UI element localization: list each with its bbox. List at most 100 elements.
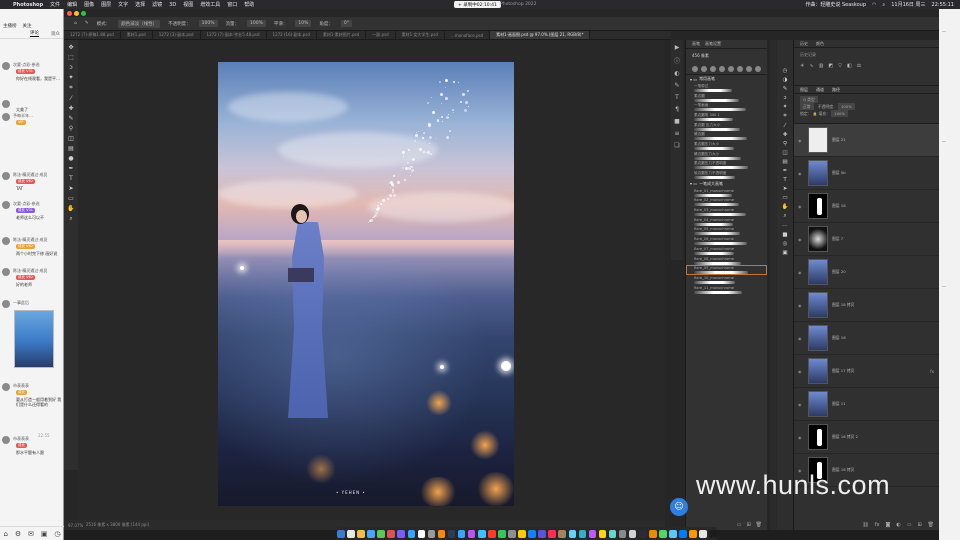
avatar[interactable]: [2, 172, 10, 180]
quick-mask-icon[interactable]: ◎: [783, 241, 788, 247]
tab-brushes[interactable]: 画笔: [692, 41, 700, 47]
clock-icon[interactable]: ◷: [54, 530, 60, 538]
dock-app-icon[interactable]: [477, 529, 486, 538]
layer-row[interactable]: ◉ 图层 17 拷贝 fx: [794, 355, 940, 388]
mail-icon[interactable]: ✉: [28, 530, 34, 538]
maximize-window-button[interactable]: [81, 11, 86, 16]
layer-name[interactable]: 图层 17 拷贝: [832, 368, 854, 374]
document-tab[interactable]: 1272 (7)·原稿1.88.psd: [64, 31, 121, 39]
menu-window[interactable]: 窗口: [227, 1, 237, 8]
dock-app-icon[interactable]: [377, 529, 385, 538]
close-window-button[interactable]: [67, 11, 72, 16]
gradient-icon[interactable]: ▤: [782, 159, 787, 165]
opacity-field[interactable]: 100%: [198, 20, 218, 27]
tab-channels[interactable]: 通道: [816, 87, 824, 93]
brush-tool-icon[interactable]: ✎: [85, 21, 89, 26]
layer-row[interactable]: ◉ 图层 18 拷贝: [794, 289, 940, 322]
brush-group-common[interactable]: ▾ ▭ 常用画笔: [686, 75, 767, 83]
blend-mode-select[interactable]: 颜色减淡（线性）: [118, 19, 161, 28]
tab-color[interactable]: 颜色: [816, 41, 824, 47]
brush-icon[interactable]: ✎: [783, 86, 788, 92]
screen-mode-icon[interactable]: ▣: [782, 250, 787, 256]
dock-app-icon[interactable]: [337, 529, 345, 538]
eyedropper-icon[interactable]: ⁄: [785, 123, 786, 129]
menu-edit[interactable]: 编辑: [67, 1, 77, 8]
blend-mode-dropdown[interactable]: 正常: [800, 103, 814, 110]
dock-app-icon[interactable]: [659, 529, 667, 538]
chat-image-thumbnail[interactable]: [14, 310, 54, 368]
layer-row[interactable]: ◉ 图层 21: [794, 124, 940, 157]
brush-preset[interactable]: 柔边圆: [686, 93, 767, 103]
lock-icon[interactable]: 🔒: [813, 111, 818, 116]
menu-plugins[interactable]: 增效工具: [200, 1, 220, 8]
layer-name[interactable]: 图层 11: [832, 401, 846, 407]
info-icon[interactable]: ⓘ: [674, 56, 680, 65]
stamp-tool-icon[interactable]: ⚲: [69, 125, 73, 132]
status-date[interactable]: 11月16日 周三: [891, 1, 925, 8]
quick-select-icon[interactable]: ✦: [68, 74, 73, 81]
zoom-tool-icon[interactable]: ⌕: [69, 215, 72, 223]
shape-icon[interactable]: ▭: [782, 195, 787, 201]
recent-brush[interactable]: [701, 65, 707, 72]
avatar[interactable]: [2, 113, 10, 121]
layer-name[interactable]: 图层 20: [832, 269, 846, 275]
foreground-color-swatch[interactable]: ■: [782, 232, 787, 238]
paragraph-icon[interactable]: ¶: [675, 106, 679, 113]
tab-brush-settings[interactable]: 画笔设置: [705, 41, 721, 47]
chat-username[interactable]: 陈法·精灵通过·成员: [13, 268, 48, 273]
visibility-eye-icon[interactable]: ◉: [798, 171, 804, 176]
exposure-icon[interactable]: ◩: [828, 63, 833, 69]
avatar[interactable]: [2, 436, 10, 444]
dock-app-icon[interactable]: [608, 529, 617, 538]
layer-name[interactable]: 图层 5b: [832, 170, 846, 176]
chat-bubble-button[interactable]: ☺: [670, 498, 688, 516]
brush-preset[interactable]: flare_05_monochrome: [686, 227, 767, 237]
avatar[interactable]: [2, 268, 10, 276]
layer-thumbnail[interactable]: [808, 160, 828, 186]
settings-icon[interactable]: ⚙: [15, 530, 21, 538]
crop-tool-icon[interactable]: ⌗: [69, 84, 72, 92]
app-name[interactable]: Photoshop: [13, 2, 43, 8]
artwork-image[interactable]: • YEHEN •: [218, 62, 514, 506]
healing-brush-icon[interactable]: ✚: [68, 105, 73, 112]
dock-app-icon[interactable]: [618, 529, 627, 538]
chat-username[interactable]: 市表表表: [13, 436, 29, 441]
document-tab[interactable]: …monoface.psd: [445, 31, 491, 39]
pen-icon[interactable]: ✒: [783, 168, 788, 174]
dock-app-icon[interactable]: [578, 529, 587, 538]
dock-app-icon[interactable]: [508, 529, 516, 538]
tab-audience[interactable]: 观众: [51, 31, 60, 37]
recent-brush[interactable]: [728, 65, 734, 72]
chat-username[interactable]: 陈法·精灵通过·成员: [13, 172, 48, 177]
layer-thumbnail[interactable]: [808, 391, 828, 417]
chat-username[interactable]: 陈法·精灵通过·成员: [13, 237, 48, 242]
dock-app-icon[interactable]: [558, 529, 566, 538]
brush-panel-icon[interactable]: ✎: [674, 82, 679, 89]
brush-preset[interactable]: flare_11_monochrome: [686, 285, 767, 295]
balance-icon[interactable]: ⚖: [857, 63, 861, 69]
layer-row[interactable]: ◉ 图层 20: [794, 256, 940, 289]
brush-preset[interactable]: 软边圆压力不透明度: [686, 170, 767, 180]
menu-select[interactable]: 选择: [135, 1, 145, 8]
layer-name[interactable]: 图层 7: [832, 236, 843, 242]
eyedropper-icon[interactable]: ⁄: [70, 95, 71, 102]
document-tab[interactable]: 素材1·画面图.psd @ 97.0% (图层 21, RGB/8)*: [490, 31, 591, 39]
stamp-icon[interactable]: ⚲: [783, 141, 787, 147]
visibility-eye-icon[interactable]: ◉: [798, 204, 804, 209]
menu-view[interactable]: 视图: [183, 1, 193, 8]
visibility-eye-icon[interactable]: ◉: [798, 138, 804, 143]
dock-app-icon[interactable]: [488, 529, 496, 538]
document-tab[interactable]: 1272 (16)·副本.psd: [267, 31, 317, 39]
history-icon[interactable]: ◷: [783, 68, 788, 74]
brush-preset[interactable]: 硬边圆: [686, 131, 767, 141]
pen-tool-icon[interactable]: ✒: [68, 165, 73, 172]
dock-app-icon[interactable]: [467, 529, 476, 538]
marquee-tool-icon[interactable]: ⬚: [68, 54, 74, 61]
layer-row[interactable]: ◉ 图层 16 拷贝 2: [794, 421, 940, 454]
canvas-area[interactable]: • YEHEN •: [78, 40, 665, 520]
menu-help[interactable]: 帮助: [244, 1, 254, 8]
layer-thumbnail[interactable]: [808, 226, 828, 252]
brightness-icon[interactable]: ☀: [800, 63, 804, 69]
tab-paths[interactable]: 路径: [832, 87, 840, 93]
layer-row[interactable]: ◉ 图层 16: [794, 322, 940, 355]
